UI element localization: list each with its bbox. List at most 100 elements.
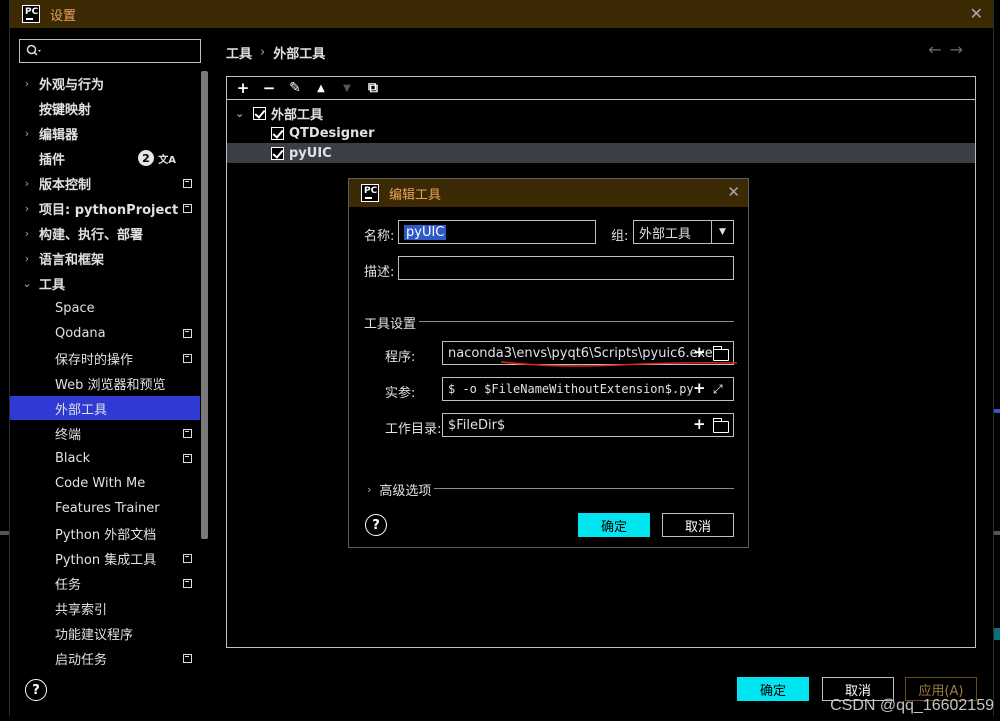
chevron-down-icon[interactable]: ▼ [711, 221, 733, 243]
sidebar-item[interactable]: Python 集成工具 [10, 546, 200, 570]
sidebar-item[interactable]: › 语言和框架 [10, 246, 200, 270]
insert-macro-icon[interactable]: + [693, 379, 706, 397]
expand-icon[interactable]: ⤢ [713, 382, 723, 397]
tool-settings-title: 工具设置 [364, 317, 417, 332]
window-title: 设置 [50, 8, 77, 24]
insert-macro-icon[interactable]: + [693, 343, 706, 361]
sidebar-item[interactable]: 插件 2 文A [10, 146, 200, 170]
back-arrow-icon[interactable]: ← [928, 40, 949, 59]
sidebar-item[interactable]: 启动任务 [10, 646, 200, 670]
chevron-right-icon[interactable]: › [22, 252, 32, 265]
tool-checkbox[interactable] [271, 146, 284, 160]
sidebar-item-label: 外部工具 [55, 402, 108, 418]
sidebar-item[interactable]: › 项目: pythonProject [10, 196, 200, 220]
chevron-right-icon[interactable]: › [22, 77, 32, 90]
move-down-icon[interactable]: ▼ [339, 80, 355, 96]
app-logo: PC [361, 184, 379, 202]
chevron-right-icon[interactable]: › [22, 227, 32, 240]
background-strip [994, 409, 1000, 413]
sidebar-item-label: 共享索引 [55, 602, 108, 618]
name-field[interactable]: pyUIC [398, 220, 596, 244]
sidebar-item-label: 插件 [39, 152, 66, 168]
group-checkbox[interactable] [253, 106, 266, 120]
help-button[interactable]: ? [25, 679, 47, 701]
sidebar-item[interactable]: Space [10, 296, 200, 320]
group-select-value: 外部工具 [639, 226, 692, 242]
folder-icon[interactable] [712, 346, 729, 361]
breadcrumb-parent[interactable]: 工具 [226, 43, 252, 62]
settings-tree: › 外观与行为 按键映射 › 编辑器 插件 2 文A › 版本控制 › 项目: pythonProje… [10, 71, 200, 671]
copy-icon[interactable]: ⧉ [365, 80, 381, 96]
sidebar-item[interactable]: › 任务 [10, 571, 200, 595]
sidebar-item[interactable]: Web 浏览器和预览 [10, 371, 200, 395]
project-level-icon [183, 353, 192, 363]
tool-row-selected[interactable]: pyUIC [227, 143, 975, 163]
add-icon[interactable]: + [235, 79, 251, 97]
sidebar-item-label: 保存时的操作 [55, 352, 134, 368]
sidebar-item[interactable]: Python 外部文档 [10, 521, 200, 545]
sidebar-item[interactable]: 终端 [10, 421, 200, 445]
folder-icon[interactable] [712, 418, 729, 433]
sidebar-item[interactable]: 按键映射 [10, 96, 200, 120]
working-directory-field[interactable]: $FileDir$ [442, 413, 734, 437]
program-value: naconda3\envs\pyqt6\Scripts\pyuic6.exe [448, 345, 713, 361]
sidebar-item[interactable]: › 构建、执行、部署 [10, 221, 200, 245]
breadcrumb: 工具 › 外部工具 [226, 43, 325, 62]
red-underline-annotation [500, 361, 738, 367]
sidebar-item[interactable]: Qodana [10, 321, 200, 345]
chevron-right-icon[interactable]: › [22, 202, 32, 215]
sidebar-item-label: 启动任务 [55, 652, 108, 668]
dialog-ok-button[interactable]: 确定 [578, 513, 650, 537]
help-button[interactable]: ? [365, 514, 387, 536]
sidebar-item[interactable]: › 编辑器 [10, 121, 200, 145]
breadcrumb-separator: › [260, 45, 266, 60]
chevron-down-icon[interactable]: ⌄ [22, 277, 32, 290]
project-level-icon [183, 328, 192, 338]
search-input[interactable] [19, 39, 201, 63]
sidebar-scrollbar[interactable] [201, 71, 208, 539]
sidebar-item-label: Qodana [55, 325, 106, 341]
chevron-down-icon[interactable]: ⌄ [235, 107, 244, 120]
chevron-right-icon[interactable]: › [22, 177, 32, 190]
sidebar-item[interactable]: 功能建议程序 [10, 621, 200, 645]
tool-row[interactable]: QTDesigner [227, 123, 975, 143]
sidebar-item[interactable]: › 外观与行为 [10, 71, 200, 95]
close-icon[interactable]: ✕ [727, 183, 740, 201]
chevron-right-icon[interactable]: › [22, 127, 32, 140]
project-level-icon [183, 453, 192, 463]
background-strip [994, 628, 1000, 640]
sidebar-item[interactable]: 外部工具 [10, 396, 200, 420]
remove-icon[interactable]: − [261, 79, 277, 97]
history-nav: ←→ [928, 40, 971, 59]
sidebar-item[interactable]: Code With Me [10, 471, 200, 495]
insert-macro-icon[interactable]: + [693, 415, 706, 433]
close-icon[interactable]: ✕ [970, 4, 983, 23]
update-count-badge: 2 [138, 150, 154, 166]
description-field[interactable] [398, 256, 734, 280]
arguments-field[interactable]: $ -o $FileNameWithoutExtension$.py [442, 377, 734, 401]
group-select[interactable]: 外部工具 ▼ [633, 220, 734, 244]
dialog-cancel-button[interactable]: 取消 [662, 513, 734, 537]
sidebar-item-label: 版本控制 [39, 177, 92, 193]
sidebar-item-label: 构建、执行、部署 [39, 227, 144, 243]
project-level-icon [183, 653, 192, 663]
sidebar-item[interactable]: Features Trainer [10, 496, 200, 520]
tool-checkbox[interactable] [271, 126, 284, 140]
tools-group-row[interactable]: ⌄ 外部工具 [227, 103, 975, 123]
background-strip [994, 531, 1000, 535]
arguments-label: 实参: [385, 386, 416, 401]
advanced-options-toggle[interactable]: › 高级选项 [367, 480, 431, 499]
sidebar-item[interactable]: ⌄ 工具 [10, 271, 200, 295]
edit-icon[interactable]: ✎ [287, 80, 303, 96]
sidebar-item-label: 外观与行为 [39, 77, 105, 93]
forward-arrow-icon[interactable]: → [950, 40, 971, 59]
sidebar-item[interactable]: Black [10, 446, 200, 470]
move-up-icon[interactable]: ▲ [313, 80, 329, 96]
breadcrumb-current: 外部工具 [273, 47, 326, 62]
sidebar-item[interactable]: 保存时的操作 [10, 346, 200, 370]
sidebar-item[interactable]: 共享索引 [10, 596, 200, 620]
chevron-right-icon: › [367, 483, 372, 496]
sidebar-item-label: 项目: pythonProject [39, 202, 179, 218]
sidebar-item[interactable]: › 版本控制 [10, 171, 200, 195]
ok-button[interactable]: 确定 [737, 677, 809, 701]
